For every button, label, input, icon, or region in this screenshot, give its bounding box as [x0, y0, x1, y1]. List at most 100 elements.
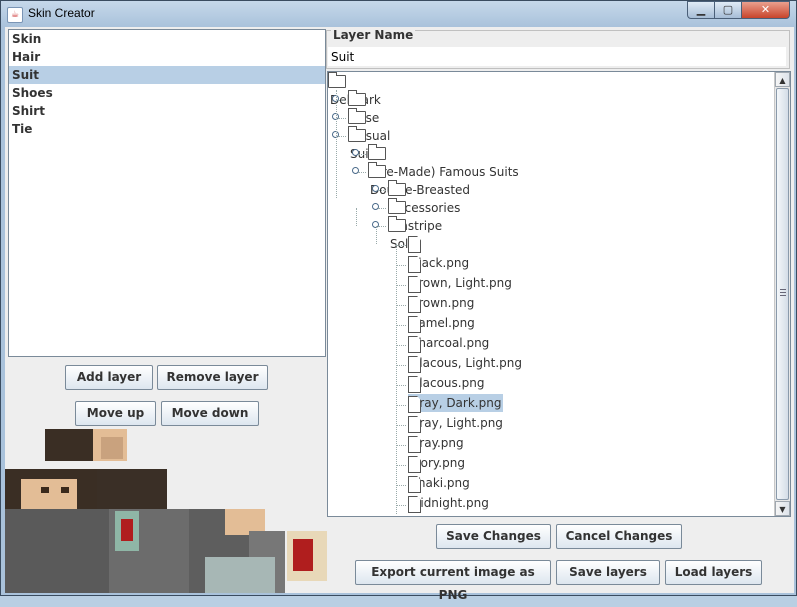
tree-item-label: Navy.png [408, 514, 467, 516]
cancel-changes-button[interactable]: Cancel Changes [556, 524, 682, 549]
layer-name-input[interactable] [328, 47, 786, 66]
file-icon [408, 416, 421, 433]
file-icon [408, 436, 421, 453]
move-up-button[interactable]: Move up [75, 401, 156, 426]
save-changes-button[interactable]: Save Changes [436, 524, 551, 549]
collapse-handle-icon[interactable] [352, 167, 360, 175]
skin-pixel-block [293, 539, 313, 571]
layer-list[interactable]: Skin Hair Suit Shoes Shirt Tie [8, 29, 326, 357]
layer-item[interactable]: Skin [9, 30, 325, 48]
tree-connector-line [396, 445, 406, 446]
layer-item[interactable]: Shirt [9, 102, 325, 120]
load-layers-button[interactable]: Load layers [665, 560, 762, 585]
scroll-up-arrow[interactable]: ▲ [775, 72, 790, 87]
folder-icon [348, 126, 366, 142]
tree-file-item[interactable]: Glacous.png [408, 356, 486, 390]
tree-guide-line [396, 244, 397, 514]
close-button[interactable]: ✕ [741, 1, 790, 19]
tree-file-item[interactable]: Midnight.png [408, 476, 491, 510]
file-icon [408, 356, 421, 373]
minimize-button[interactable]: ▁ [687, 1, 715, 19]
tree-file-item[interactable]: Navy.png [408, 496, 467, 514]
file-tree[interactable]: ▲ ▼ DelmarkBaseCasualSuits(Pre-Made) Fam… [327, 71, 791, 517]
remove-layer-button[interactable]: Remove layer [157, 365, 268, 390]
tree-connector-line [396, 245, 406, 246]
tree-connector-line [396, 405, 406, 406]
tree-file-item[interactable]: Gray, Dark.png [408, 376, 504, 412]
tree-file-item[interactable]: Black.png [408, 236, 471, 270]
maximize-button[interactable]: ▢ [714, 1, 742, 19]
tree-connector-line [378, 190, 386, 191]
tree-connector-line [396, 345, 406, 346]
tree-connector-line [358, 154, 366, 155]
tree-folder-item[interactable]: Accessories [388, 180, 462, 215]
title-bar[interactable]: ☕ Skin Creator ▁ ▢ ✕ [1, 1, 797, 27]
tree-file-item[interactable]: Gray, Light.png [408, 396, 505, 430]
expand-handle-icon[interactable] [372, 185, 380, 193]
skin-pixel-block [5, 509, 109, 593]
tree-connector-line [396, 465, 406, 466]
tree-guide-line [336, 90, 337, 198]
tree-file-item[interactable]: Brown.png [408, 276, 476, 310]
tree-folder-item[interactable]: Suits [348, 126, 382, 161]
tree-folder-item[interactable]: Base [348, 90, 381, 125]
scroll-down-arrow[interactable]: ▼ [775, 501, 790, 516]
save-layers-button[interactable]: Save layers [556, 560, 660, 585]
tree-file-item[interactable]: Ivory.png [408, 436, 467, 470]
folder-icon [348, 90, 366, 106]
layer-item[interactable]: Hair [9, 48, 325, 66]
tree-file-item[interactable]: Brown, Light.png [408, 256, 514, 290]
app-window: ☕ Skin Creator ▁ ▢ ✕ Skin Hair Suit Shoes Sh… [0, 0, 797, 602]
tree-connector-line [338, 118, 346, 119]
tree-scrollbar[interactable]: ▲ ▼ [774, 72, 790, 516]
scroll-thumb[interactable] [776, 88, 789, 500]
folder-icon [368, 162, 386, 178]
layer-name-label: Layer Name [331, 28, 416, 42]
tree-folder-item[interactable]: Double-Breasted [368, 162, 472, 197]
tree-folder-item[interactable]: Casual [348, 108, 392, 143]
skin-preview [5, 427, 327, 593]
skin-pixel-block [101, 437, 123, 459]
tree-file-item[interactable]: Charcoal.png [408, 316, 491, 350]
tree-file-item[interactable]: Gray.png [408, 416, 466, 450]
skin-pixel-block [21, 479, 77, 509]
skin-pixel-block [61, 487, 69, 493]
tree-folder-item[interactable]: (Pre-Made) Famous Suits [368, 144, 521, 179]
tree-file-item[interactable]: Glacous, Light.png [408, 336, 524, 370]
window-title: Skin Creator [28, 6, 95, 20]
tree-folder-item[interactable]: Solid [388, 216, 421, 251]
skin-pixel-block [97, 469, 167, 509]
tree-folder-item[interactable]: Delmark [328, 72, 383, 107]
tree-connector-line [396, 265, 406, 266]
tree-guide-line [376, 226, 377, 244]
skin-pixel-block [205, 557, 275, 593]
expand-handle-icon[interactable] [372, 203, 380, 211]
file-icon [408, 276, 421, 293]
tree-file-item[interactable]: Khaki.png [408, 456, 472, 490]
tree-folder-item[interactable]: Pinstripe [388, 198, 444, 233]
tree-connector-line [378, 226, 386, 227]
layer-item[interactable]: Shoes [9, 84, 325, 102]
folder-icon [328, 72, 346, 88]
file-icon [408, 336, 421, 353]
folder-icon [388, 216, 406, 232]
layer-item[interactable]: Suit [9, 66, 325, 84]
move-down-button[interactable]: Move down [161, 401, 259, 426]
tree-connector-line [396, 305, 406, 306]
tree-connector-line [338, 136, 346, 137]
file-icon [408, 496, 421, 513]
file-icon [408, 256, 421, 273]
tree-file-item[interactable]: Camel.png [408, 296, 477, 330]
grip-line [780, 289, 786, 290]
file-icon [408, 376, 421, 393]
file-icon [408, 236, 421, 253]
folder-icon [388, 198, 406, 214]
folder-icon [348, 108, 366, 124]
export-png-button[interactable]: Export current image as PNG [355, 560, 551, 602]
skin-pixel-block [41, 487, 49, 493]
add-layer-button[interactable]: Add layer [65, 365, 153, 390]
skin-pixel-block [121, 519, 133, 541]
layer-item[interactable]: Tie [9, 120, 325, 138]
expand-handle-icon[interactable] [352, 149, 360, 157]
file-icon [408, 476, 421, 493]
